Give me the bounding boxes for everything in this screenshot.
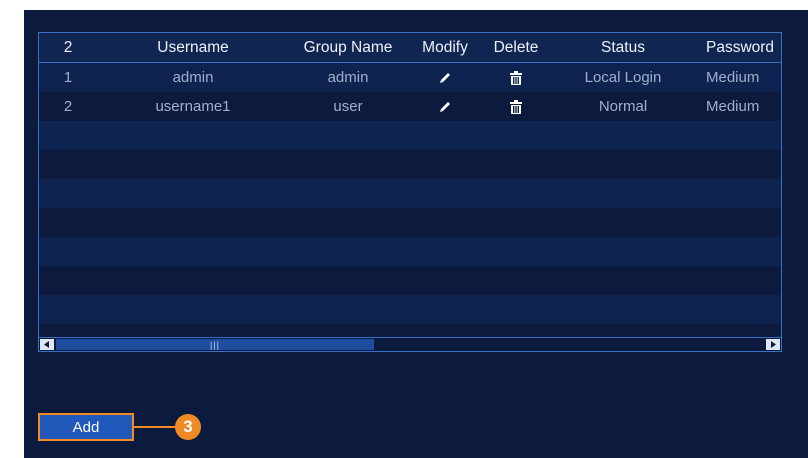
- arrow-left-icon: [44, 341, 49, 348]
- arrow-right-icon: [771, 341, 776, 348]
- empty-row: [39, 237, 781, 266]
- trash-icon[interactable]: [510, 70, 522, 85]
- empty-row: [39, 150, 781, 179]
- row-username: admin: [172, 69, 214, 86]
- scroll-left-button[interactable]: [40, 339, 54, 350]
- pencil-icon[interactable]: [438, 100, 452, 114]
- column-header-delete: Delete: [493, 38, 539, 56]
- empty-row: [39, 121, 781, 150]
- column-header-status[interactable]: Status: [549, 33, 697, 62]
- empty-row: [39, 208, 781, 237]
- row-status: Normal: [598, 98, 648, 115]
- row-password-strength: Medium: [706, 69, 760, 86]
- empty-row: [39, 266, 781, 295]
- column-header-modify: Modify: [422, 38, 468, 56]
- delete-button[interactable]: [483, 63, 549, 92]
- column-header-password[interactable]: Password: [697, 33, 781, 62]
- trash-icon[interactable]: [510, 99, 522, 114]
- delete-button[interactable]: [483, 92, 549, 121]
- user-management-panel: 2 Username Group Name Modify Delete Stat…: [24, 10, 808, 458]
- row-username: username1: [155, 98, 231, 115]
- scroll-right-button[interactable]: [766, 339, 780, 350]
- row-group: admin: [327, 69, 369, 86]
- row-password-strength: Medium: [706, 98, 760, 115]
- user-table: 2 Username Group Name Modify Delete Stat…: [38, 32, 782, 352]
- step-callout-badge: 3: [175, 414, 201, 440]
- table-header: 2 Username Group Name Modify Delete Stat…: [39, 33, 781, 63]
- modify-button[interactable]: [407, 63, 483, 92]
- row-group: user: [333, 98, 363, 115]
- pencil-icon[interactable]: [438, 71, 452, 85]
- table-row[interactable]: 2 username1 user Normal Medium: [39, 92, 781, 121]
- add-button[interactable]: Add: [38, 413, 134, 441]
- table-row[interactable]: 1 admin admin Local Login Medium: [39, 63, 781, 92]
- modify-button[interactable]: [407, 92, 483, 121]
- empty-row: [39, 295, 781, 324]
- horizontal-scrollbar[interactable]: |||: [39, 337, 781, 351]
- row-index: 1: [63, 69, 73, 86]
- row-index: 2: [63, 98, 73, 115]
- scrollbar-thumb[interactable]: |||: [56, 339, 374, 350]
- column-header-group-name[interactable]: Group Name: [289, 33, 407, 62]
- column-header-username[interactable]: Username: [97, 33, 289, 62]
- column-header-count: 2: [63, 38, 73, 56]
- callout-connector: [134, 426, 178, 428]
- empty-row: [39, 179, 781, 208]
- row-status: Local Login: [584, 69, 662, 86]
